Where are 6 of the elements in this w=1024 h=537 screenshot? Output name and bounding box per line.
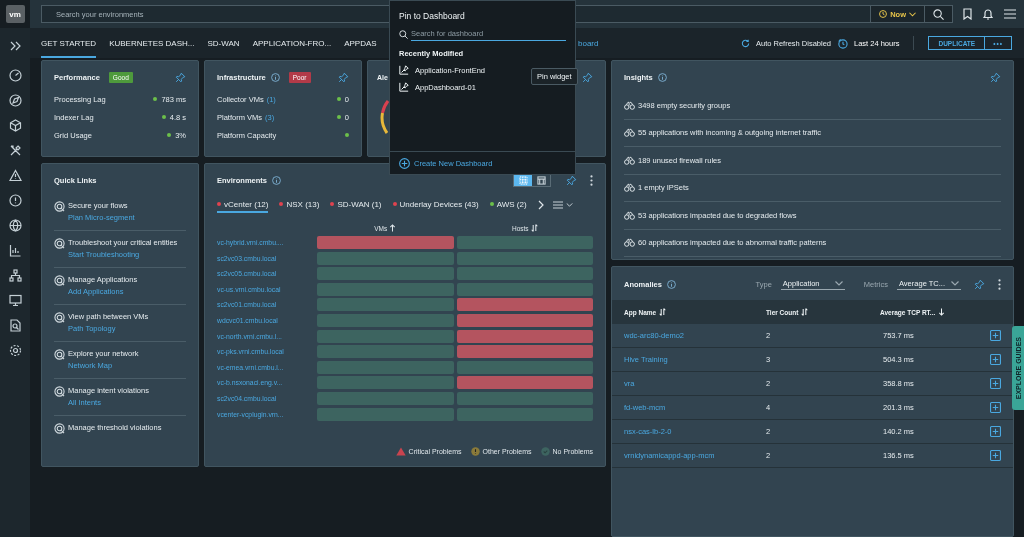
tab-label: NSX (13) — [286, 199, 320, 209]
tab-label: vCenter (12) — [224, 199, 269, 209]
popup-title: Pin to Dashboard — [399, 11, 466, 21]
tab-label: SD-WAN (1) — [337, 199, 382, 209]
tab-label: AWS (2) — [496, 199, 527, 209]
tab-label: Underlay Devices (43) — [399, 199, 479, 209]
